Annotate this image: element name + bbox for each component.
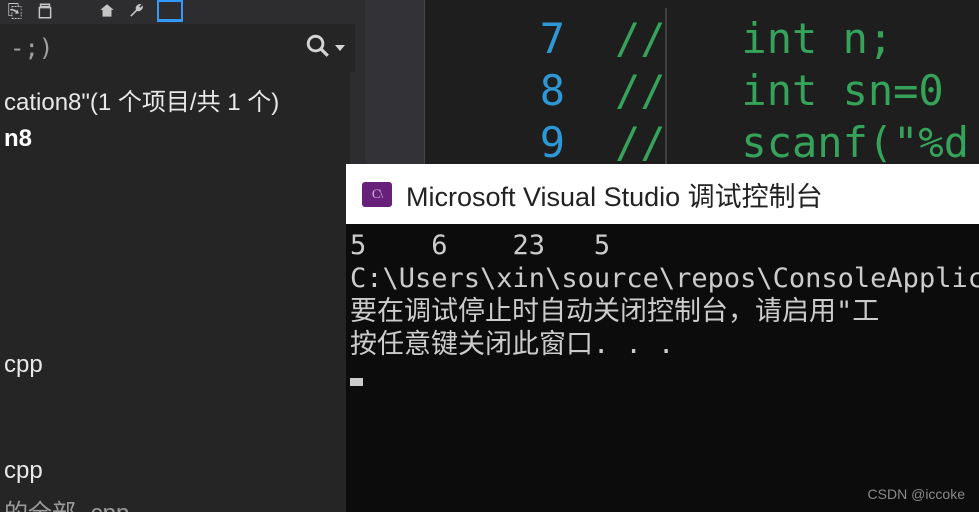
editor-margin (365, 0, 425, 165)
console-line: 5 6 23 5 (350, 230, 610, 261)
home-icon[interactable] (97, 1, 117, 21)
console-app-icon: C\ (362, 182, 392, 207)
code-body[interactable]: // int n;// int sn=0// scanf("%d (615, 0, 979, 165)
search-dropdown-icon[interactable] (335, 45, 345, 51)
console-line: C:\Users\xin\source\repos\ConsoleApplica (350, 263, 979, 294)
project-node[interactable]: n8 (0, 121, 350, 157)
line-number: 7 (425, 13, 565, 65)
file-node-cpp-2[interactable]: cpp (0, 453, 350, 489)
console-line: 按任意键关闭此窗口. . . (350, 329, 674, 360)
file-node-cpp-1[interactable]: cpp (0, 347, 350, 383)
toolbar-copy-icon[interactable] (35, 1, 55, 21)
console-line: 要在调试停止时自动关闭控制台，请启用"工 (350, 296, 879, 327)
console-title-bar[interactable]: C\ Microsoft Visual Studio 调试控制台 (346, 164, 979, 224)
line-number: 9 (425, 117, 565, 165)
console-title: Microsoft Visual Studio 调试控制台 (406, 175, 823, 214)
editor-guide-line (665, 8, 667, 165)
search-icon[interactable] (305, 33, 331, 64)
toolbar: ⎘ (0, 0, 355, 22)
code-line: // int n; (615, 13, 979, 65)
code-editor[interactable]: 7 8 9 // int n;// int sn=0// scanf("%d (365, 0, 979, 165)
search-input-text: -;) (10, 34, 305, 62)
console-output[interactable]: 5 6 23 5 C:\Users\xin\source\repos\Conso… (346, 224, 979, 512)
solution-node[interactable]: cation8"(1 个项目/共 1 个) (0, 78, 350, 121)
watermark: CSDN @iccoke (868, 486, 965, 502)
file-node-hidden[interactable]: 的全部 -cpp (0, 489, 350, 512)
solution-explorer: cation8"(1 个项目/共 1 个) n8 cpp cpp 的全部 -cp… (0, 72, 350, 512)
line-number: 8 (425, 65, 565, 117)
search-box[interactable]: -;) (0, 24, 355, 72)
console-cursor (350, 378, 363, 386)
toolbar-glyph-icon[interactable]: ⎘ (5, 1, 25, 21)
code-line: // int sn=0 (615, 65, 979, 117)
line-number-gutter: 7 8 9 (425, 0, 615, 165)
wrench-icon[interactable] (127, 1, 147, 21)
code-line: // scanf("%d (615, 117, 979, 165)
selected-tool-icon[interactable] (157, 0, 183, 22)
